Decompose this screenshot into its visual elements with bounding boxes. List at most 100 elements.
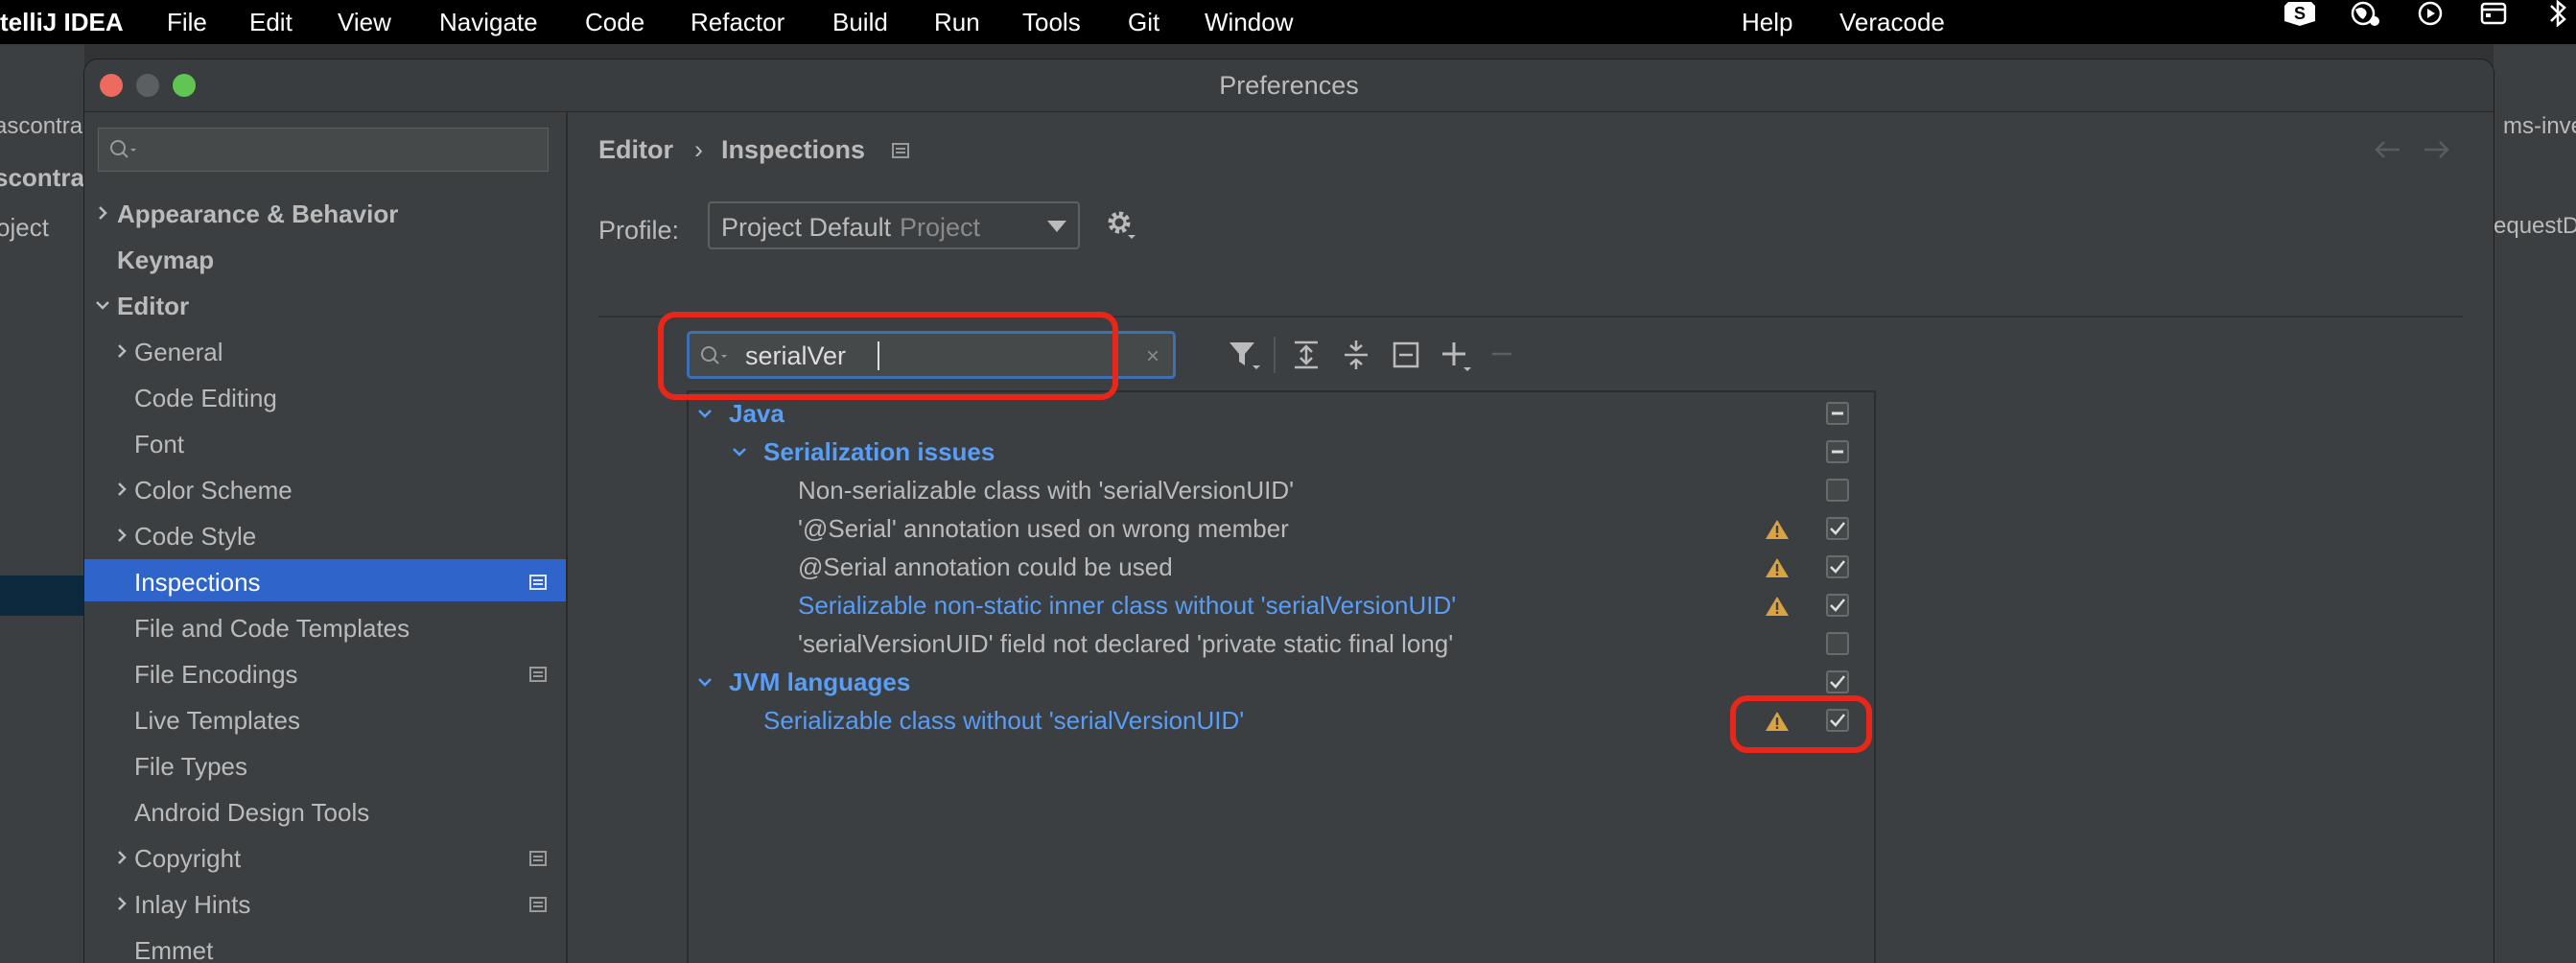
dialog-titlebar: Preferences [84, 59, 2494, 112]
chevron-down-icon[interactable] [729, 441, 750, 462]
profile-dropdown[interactable]: Project Default Project [708, 201, 1080, 249]
sidebar-item-editor[interactable]: Editor [84, 283, 566, 325]
clear-filter-button[interactable]: × [1146, 343, 1159, 370]
sidebar-item-label: Live Templates [134, 706, 300, 735]
sidebar-item-code-style[interactable]: Code Style [84, 513, 566, 555]
sidebar-item-emmet[interactable]: Emmet [84, 928, 566, 963]
back-arrow-icon[interactable] [2371, 137, 2403, 162]
sidebar-item-appearance-behavior[interactable]: Appearance & Behavior [84, 191, 566, 233]
menu-view[interactable]: View [338, 8, 391, 37]
sidebar-item-inlay-hints[interactable]: Inlay Hints [84, 881, 566, 924]
background-code-text: equestD [2494, 213, 2576, 239]
menu-help[interactable]: Help [1742, 8, 1792, 37]
enabled-checkbox[interactable] [1826, 670, 1849, 693]
chevron-right-icon[interactable] [111, 341, 132, 362]
enabled-checkbox[interactable] [1826, 555, 1849, 578]
sidebar-item-inspections[interactable]: Inspections [84, 559, 566, 601]
chevron-down-icon [1047, 221, 1066, 232]
menu-window[interactable]: Window [1205, 8, 1293, 37]
sidebar-item-keymap[interactable]: Keymap [84, 237, 566, 279]
chevron-right-icon[interactable] [111, 893, 132, 914]
background-tab-text: ms-inve [2503, 113, 2576, 139]
inspection-label: Serializable non-static inner class with… [798, 591, 1457, 620]
expand-all-icon[interactable] [1287, 335, 1325, 375]
sidebar-item-copyright[interactable]: Copyright [84, 835, 566, 878]
gear-icon[interactable] [1105, 208, 1137, 243]
menu-tools[interactable]: Tools [1022, 8, 1081, 37]
calendar-icon[interactable] [2474, 0, 2513, 27]
sidebar-item-file-types[interactable]: File Types [84, 743, 566, 786]
remove-icon[interactable] [1485, 335, 1523, 375]
profile-label: Profile: [598, 216, 680, 245]
sidebar-item-live-templates[interactable]: Live Templates [84, 697, 566, 740]
enabled-checkbox[interactable] [1826, 594, 1849, 617]
sidebar-item-general[interactable]: General [84, 329, 566, 371]
play-circle-icon[interactable] [2411, 0, 2449, 27]
enabled-checkbox[interactable] [1826, 517, 1849, 540]
profile-scope: Project [900, 213, 981, 242]
inspections-page: Editor › Inspections Profile: Project De… [568, 112, 2494, 963]
sidebar-item-label: Appearance & Behavior [117, 200, 399, 228]
sidebar-item-file-and-code-templates[interactable]: File and Code Templates [84, 605, 566, 647]
sidebar-item-label: Color Scheme [134, 476, 293, 505]
menu-edit[interactable]: Edit [249, 8, 293, 37]
project-scope-icon [529, 851, 547, 866]
menu-build[interactable]: Build [832, 8, 888, 37]
inspection-label: @Serial annotation could be used [798, 552, 1173, 581]
partial-checkbox[interactable] [1826, 402, 1849, 425]
globe-icon[interactable] [2346, 0, 2384, 27]
sidebar-item-code-editing[interactable]: Code Editing [84, 375, 566, 417]
menu-veracode[interactable]: Veracode [1839, 8, 1945, 37]
chevron-down-icon[interactable] [694, 403, 715, 424]
sidebar-item-color-scheme[interactable]: Color Scheme [84, 467, 566, 509]
sidebar-item-label: Android Design Tools [134, 798, 370, 827]
sidebar-item-label: Inspections [134, 568, 261, 597]
project-scope-icon [892, 143, 909, 158]
menu-git[interactable]: Git [1128, 8, 1159, 37]
background-editor-tabs: ms-inve equestD [2494, 44, 2576, 963]
project-scope-icon [529, 575, 547, 590]
chevron-right-icon[interactable] [92, 202, 113, 223]
inspection-tree: Java Serialization issues Non-serializable… [687, 390, 1876, 963]
chevron-right-icon[interactable] [111, 525, 132, 546]
inspection-row[interactable]: Java [689, 394, 1876, 433]
sidebar-item-android-design-tools[interactable]: Android Design Tools [84, 789, 566, 832]
collapse-all-icon[interactable] [1337, 335, 1375, 375]
inspection-row[interactable]: Non-serializable class with 'serialVersi… [689, 471, 1876, 509]
settings-search-input[interactable] [98, 128, 549, 172]
inspection-row[interactable]: 'serialVersionUID' field not declared 'p… [689, 624, 1876, 663]
chevron-right-icon[interactable] [111, 847, 132, 868]
inspection-row[interactable]: Serialization issues [689, 433, 1876, 471]
annotation-highlight-row [1730, 695, 1872, 753]
filter-icon[interactable] [1226, 335, 1264, 375]
chevron-down-icon[interactable] [694, 671, 715, 693]
reset-icon[interactable] [1387, 335, 1425, 375]
sidebar-item-file-encodings[interactable]: File Encodings [84, 651, 566, 693]
enabled-checkbox[interactable] [1826, 632, 1849, 655]
bluetooth-icon[interactable] [2538, 0, 2576, 27]
inspection-label: 'serialVersionUID' field not declared 'p… [798, 629, 1454, 658]
chevron-right-icon[interactable] [111, 479, 132, 500]
inspection-row[interactable]: '@Serial' annotation used on wrong membe… [689, 509, 1876, 548]
breadcrumb-inspections: Inspections [721, 135, 866, 164]
sidebar-item-font[interactable]: Font [84, 421, 566, 463]
add-icon[interactable] [1437, 335, 1475, 375]
menu-file[interactable]: File [167, 8, 207, 37]
inspection-row[interactable]: Serializable non-static inner class with… [689, 586, 1876, 624]
partial-checkbox[interactable] [1826, 440, 1849, 463]
menu-navigate[interactable]: Navigate [439, 8, 538, 37]
inspection-row[interactable]: @Serial annotation could be used [689, 548, 1876, 586]
inspection-row[interactable]: JVM languages [689, 663, 1876, 701]
menu-refactor[interactable]: Refactor [691, 8, 785, 37]
app-menu[interactable]: telliJ IDEA [0, 8, 124, 37]
enabled-checkbox[interactable] [1826, 479, 1849, 502]
inspection-label: JVM languages [729, 668, 911, 696]
menu-run[interactable]: Run [934, 8, 980, 37]
forward-arrow-icon[interactable] [2421, 137, 2453, 162]
breadcrumb-editor[interactable]: Editor [598, 135, 673, 165]
chevron-down-icon[interactable] [92, 294, 113, 316]
inspection-row[interactable]: Serializable class without 'serialVersio… [689, 701, 1876, 740]
annotation-highlight-filter [658, 312, 1118, 400]
s-badge-icon[interactable]: S [2281, 0, 2319, 27]
menu-code[interactable]: Code [585, 8, 644, 37]
